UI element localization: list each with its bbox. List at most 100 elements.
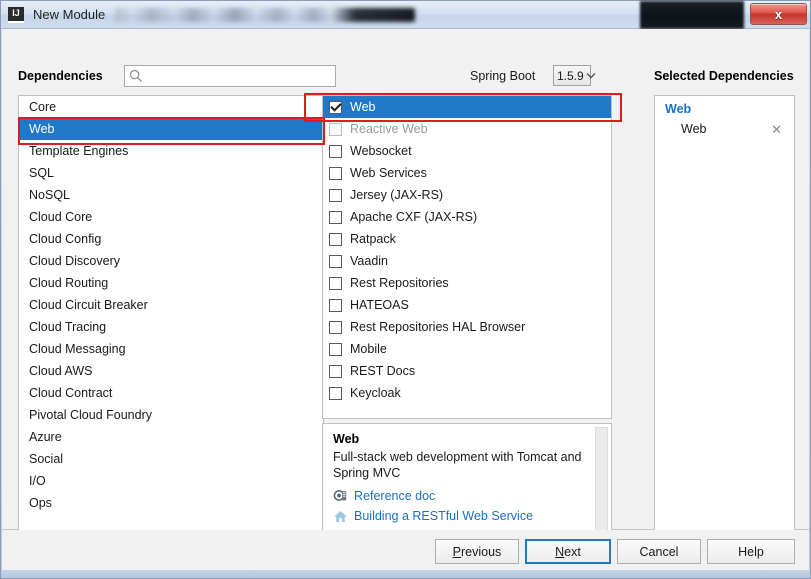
category-item-label: Cloud Circuit Breaker <box>29 298 148 312</box>
dependency-item[interactable]: Jersey (JAX-RS) <box>323 184 611 206</box>
title-bar: IJ New Module x <box>1 1 810 29</box>
category-item[interactable]: Ops <box>19 492 323 514</box>
category-item[interactable]: Azure <box>19 426 323 448</box>
description-link[interactable]: Building a RESTful Web Service <box>333 506 595 526</box>
category-item-label: NoSQL <box>29 188 70 202</box>
description-link[interactable]: Reference doc <box>333 486 595 506</box>
dependencies-label: Dependencies <box>18 69 103 83</box>
search-box[interactable] <box>124 65 336 87</box>
cancel-button[interactable]: Cancel <box>617 539 701 564</box>
category-item[interactable]: I/O <box>19 470 323 492</box>
selected-dependencies-panel: WebWeb✕ <box>654 95 795 554</box>
category-item[interactable]: Cloud Circuit Breaker <box>19 294 323 316</box>
category-item[interactable]: Cloud Tracing <box>19 316 323 338</box>
category-item[interactable]: Cloud Core <box>19 206 323 228</box>
checkbox-icon[interactable] <box>329 277 342 290</box>
description-link-label: Building a RESTful Web Service <box>354 509 533 523</box>
search-input[interactable] <box>146 68 326 84</box>
next-button[interactable]: Next <box>525 539 611 564</box>
dependency-item-label: Rest Repositories <box>350 276 449 290</box>
category-item-label: Cloud Core <box>29 210 92 224</box>
category-item[interactable]: Social <box>19 448 323 470</box>
checkbox-icon[interactable] <box>329 299 342 312</box>
description-scrollbar-thumb[interactable] <box>595 427 608 545</box>
dependency-item[interactable]: HATEOAS <box>323 294 611 316</box>
checkbox-icon[interactable] <box>329 189 342 202</box>
category-item[interactable]: SQL <box>19 162 323 184</box>
dependency-item[interactable]: Mobile <box>323 338 611 360</box>
checkbox-icon <box>329 123 342 136</box>
category-item[interactable]: Cloud AWS <box>19 360 323 382</box>
close-button[interactable]: x <box>750 3 807 25</box>
guide-home-icon <box>333 509 348 524</box>
checkbox-icon[interactable] <box>329 233 342 246</box>
category-item-label: Cloud Routing <box>29 276 108 290</box>
dependency-item[interactable]: REST Docs <box>323 360 611 382</box>
previous-button-mnemonic: P <box>453 545 461 559</box>
dependency-item[interactable]: Keycloak <box>323 382 611 404</box>
checkbox-icon[interactable] <box>329 167 342 180</box>
remove-dependency-icon[interactable]: ✕ <box>771 123 782 136</box>
checkbox-icon[interactable] <box>329 211 342 224</box>
dependency-item[interactable]: Web Services <box>323 162 611 184</box>
dependency-item[interactable]: Apache CXF (JAX-RS) <box>323 206 611 228</box>
dependency-item-label: Web Services <box>350 166 427 180</box>
category-item-label: Cloud Config <box>29 232 101 246</box>
selected-dependency-label: Web <box>681 122 706 136</box>
category-item[interactable]: Cloud Contract <box>19 382 323 404</box>
dependency-item-label: Ratpack <box>350 232 396 246</box>
dependency-item[interactable]: Rest Repositories HAL Browser <box>323 316 611 338</box>
dialog-content: Dependencies Spring Boot 1.5.9 Selected … <box>2 29 809 530</box>
category-item-label: Cloud Contract <box>29 386 112 400</box>
next-button-label: Next <box>555 545 581 559</box>
category-item-label: Web <box>29 122 54 136</box>
checkbox-icon[interactable] <box>329 387 342 400</box>
category-item-label: I/O <box>29 474 46 488</box>
category-item[interactable]: Web <box>19 118 323 140</box>
dependency-item[interactable]: Rest Repositories <box>323 272 611 294</box>
spring-boot-version-select[interactable]: 1.5.9 <box>553 65 591 86</box>
checkbox-icon[interactable] <box>329 101 342 114</box>
dependency-item[interactable]: Ratpack <box>323 228 611 250</box>
dependency-item[interactable]: Vaadin <box>323 250 611 272</box>
dependency-item-label: HATEOAS <box>350 298 409 312</box>
checkbox-icon[interactable] <box>329 255 342 268</box>
previous-button[interactable]: Previous <box>435 539 519 564</box>
category-item-label: Cloud AWS <box>29 364 92 378</box>
dependency-item[interactable]: Web <box>323 96 611 118</box>
checkbox-icon[interactable] <box>329 343 342 356</box>
category-item[interactable]: Pivotal Cloud Foundry <box>19 404 323 426</box>
checkbox-icon[interactable] <box>329 145 342 158</box>
dependency-item-label: Vaadin <box>350 254 388 268</box>
dependency-item-label: Keycloak <box>350 386 401 400</box>
category-item[interactable]: Template Engines <box>19 140 323 162</box>
category-item-label: Azure <box>29 430 62 444</box>
checkbox-icon[interactable] <box>329 321 342 334</box>
category-item-label: Pivotal Cloud Foundry <box>29 408 152 422</box>
dependency-item-label: Websocket <box>350 144 412 158</box>
dependency-item-label: Apache CXF (JAX-RS) <box>350 210 477 224</box>
dependency-item-label: Reactive Web <box>350 122 428 136</box>
category-item[interactable]: Cloud Routing <box>19 272 323 294</box>
description-body: Full-stack web development with Tomcat a… <box>333 449 583 481</box>
previous-button-label: Previous <box>453 545 502 559</box>
description-title: Web <box>333 432 595 446</box>
category-item-label: Template Engines <box>29 144 128 158</box>
next-button-rest: ext <box>564 545 581 559</box>
category-item[interactable]: Cloud Messaging <box>19 338 323 360</box>
category-list[interactable]: Core Web Template Engines SQL NoSQL Cloud Cor… <box>18 95 324 554</box>
checkbox-icon[interactable] <box>329 365 342 378</box>
help-button[interactable]: Help <box>707 539 795 564</box>
dependency-list[interactable]: Web Reactive Web Websocket Web Services Jers… <box>322 95 612 419</box>
category-item[interactable]: NoSQL <box>19 184 323 206</box>
dependency-item[interactable]: Websocket <box>323 140 611 162</box>
category-item[interactable]: Cloud Discovery <box>19 250 323 272</box>
category-item[interactable]: Cloud Config <box>19 228 323 250</box>
category-item[interactable]: Core <box>19 96 323 118</box>
dependency-item-label: REST Docs <box>350 364 415 378</box>
redacted-title-region-dark <box>640 1 744 29</box>
dependency-item-label: Mobile <box>350 342 387 356</box>
dependency-item: Reactive Web <box>323 118 611 140</box>
dialog-button-bar: Previous Next Cancel Help <box>2 530 809 570</box>
next-button-mnemonic: N <box>555 545 564 559</box>
